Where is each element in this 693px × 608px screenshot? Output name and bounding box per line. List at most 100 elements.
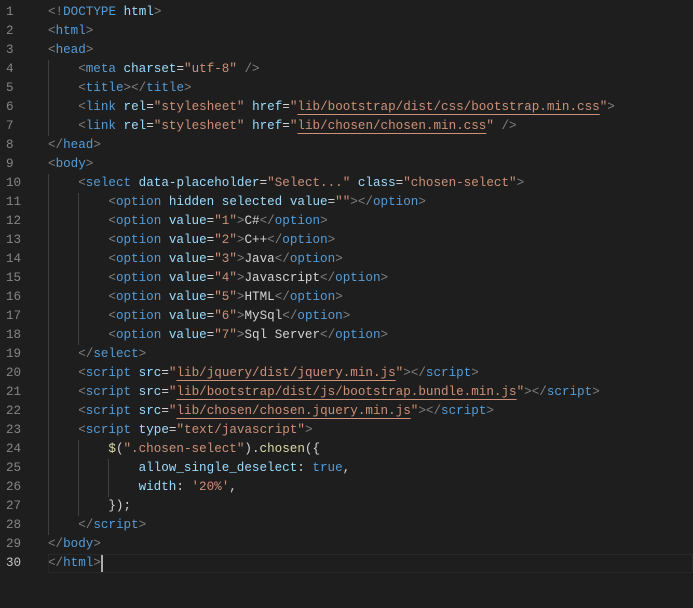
indent-guide [48,117,78,136]
line-content[interactable]: < link rel = "stylesheet" href = " lib/chosen/… [48,117,693,136]
line-content[interactable]: width: '20%', [48,478,693,497]
line-number: 27 [6,499,22,513]
punctuation-token: > [418,195,426,209]
string-token: "7" [214,328,237,342]
attribute-name-token: value [168,309,207,323]
line-content[interactable]: < option value = "6" > MySql </option > [48,307,693,326]
punctuation-token: < [108,290,116,304]
string-token: ".chosen-select" [123,442,245,456]
indent-guide [78,288,108,307]
indent-guide [78,269,108,288]
code-line[interactable]: 15 < option value = "4" > Javascript </option > [0,269,693,288]
code-line[interactable]: 1 <! DOCTYPE html > [0,3,693,22]
line-content[interactable]: < body > [48,155,693,174]
code-line[interactable]: 19 </select > [0,345,693,364]
line-content[interactable]: < head > [48,41,693,60]
string-token: '20%' [191,480,230,494]
code-line[interactable]: 2 < html > [0,22,693,41]
code-line[interactable]: 5 < title ></title > [0,79,693,98]
indent-guide [78,478,108,497]
code-line[interactable]: 12 < option value = "1" > C# </option > [0,212,693,231]
line-content[interactable]: </script > [48,516,693,535]
line-content[interactable]: < option value = "7" > Sql Server </option > [48,326,693,345]
code-line[interactable]: 10 < select data-placeholder = "Select..." c… [0,174,693,193]
code-line[interactable]: 8 </head > [0,136,693,155]
line-content[interactable]: < meta charset = "utf-8" /> [48,60,693,79]
code-line[interactable]: 30 </html > [0,554,693,573]
line-content[interactable]: < title ></title > [48,79,693,98]
code-line[interactable]: 27}); [0,497,693,516]
code-line[interactable]: 24 $(".chosen-select"). chosen({ [0,440,693,459]
line-content[interactable]: < option value = "1" > C# </option > [48,212,693,231]
code-line[interactable]: 14 < option value = "3" > Java </option > [0,250,693,269]
punctuation-token: < [78,404,86,418]
code-line[interactable]: 23 < script type = "text/javascript" > [0,421,693,440]
code-line[interactable]: 18 < option value = "7" > Sql Server </option > [0,326,693,345]
tag-name-token: option [115,214,162,228]
link-string-token[interactable]: lib/chosen/chosen.jquery.min.js [176,402,410,421]
code-line[interactable]: 11 < option hidden selected value = "" ></opt… [0,193,693,212]
text-token: = [327,195,336,209]
code-line[interactable]: 20 < script src = " lib/jquery/dist/jquery.mi… [0,364,693,383]
line-content[interactable]: < option value = "2" > C++ </option > [48,231,693,250]
line-content[interactable]: </select > [48,345,693,364]
punctuation-token: > [85,43,94,57]
line-content[interactable]: < script type = "text/javascript" > [48,421,693,440]
text-token: : [297,461,313,475]
line-content[interactable]: </head > [48,136,693,155]
function-name-token: $ [108,442,116,456]
link-string-token[interactable]: lib/jquery/dist/jquery.min.js [176,364,395,383]
line-content[interactable]: < option value = "3" > Java </option > [48,250,693,269]
line-content[interactable]: < script src = " lib/bootstrap/dist/js/boots… [48,383,693,402]
code-line[interactable]: 4 < meta charset = "utf-8" /> [0,60,693,79]
line-content[interactable]: </html > [48,554,693,573]
line-content[interactable]: < select data-placeholder = "Select..." cla… [48,174,693,193]
line-number: 3 [6,43,14,57]
line-content[interactable]: }); [48,497,693,516]
punctuation-token: < [108,309,116,323]
line-content[interactable]: < option value = "5" > HTML </option > [48,288,693,307]
punctuation-token: </ [259,214,275,228]
line-content[interactable]: </body > [48,535,693,554]
line-content[interactable]: allow_single_deselect: true, [48,459,693,478]
code-line[interactable]: 3 < head > [0,41,693,60]
code-line[interactable]: 25 allow_single_deselect: true, [0,459,693,478]
line-number: 12 [6,214,22,228]
indent-guide [48,193,78,212]
code-line[interactable]: 16 < option value = "5" > HTML </option > [0,288,693,307]
code-line[interactable]: 22 < script src = " lib/chosen/chosen.jquery.… [0,402,693,421]
code-line[interactable]: 9 < body > [0,155,693,174]
line-content[interactable]: < html > [48,22,693,41]
attribute-name-token: src [138,404,162,418]
code-line[interactable]: 29 </body > [0,535,693,554]
line-content[interactable]: < option hidden selected value = "" ></optio… [48,193,693,212]
line-content[interactable]: < script src = " lib/chosen/chosen.jquery.mi… [48,402,693,421]
code-line[interactable]: 26 width: '20%', [0,478,693,497]
line-content[interactable]: <! DOCTYPE html > [48,3,693,22]
text-token: C++ [244,233,268,247]
code-line[interactable]: 7 < link rel = "stylesheet" href = " lib/chosen… [0,117,693,136]
line-number: 13 [6,233,22,247]
line-content[interactable]: < link rel = "stylesheet" href = " lib/bootstr… [48,98,693,117]
tag-name-token: option [289,290,336,304]
code-line[interactable]: 6 < link rel = "stylesheet" href = " lib/bootst… [0,98,693,117]
code-line[interactable]: 17 < option value = "6" > MySql </option > [0,307,693,326]
code-line[interactable]: 13 < option value = "2" > C++ </option > [0,231,693,250]
line-content[interactable]: < script src = " lib/jquery/dist/jquery.min.… [48,364,693,383]
code-editor[interactable]: 1 <! DOCTYPE html >2 < html > 3 < head >4 < meta cha… [0,0,693,573]
punctuation-token: < [108,271,116,285]
link-string-token[interactable]: lib/bootstrap/dist/css/bootstrap.min.css [297,98,599,117]
line-content[interactable]: $(".chosen-select"). chosen({ [48,440,693,459]
indent-guide [48,307,78,326]
code-line[interactable]: 21 < script src = " lib/bootstrap/dist/js/boo… [0,383,693,402]
line-number: 28 [6,518,22,532]
text-token: = [282,100,290,114]
punctuation-token: > [184,81,192,95]
link-string-token[interactable]: lib/chosen/chosen.min.css [297,117,486,136]
link-string-token[interactable]: lib/bootstrap/dist/js/bootstrap.bundle.m… [176,383,516,402]
punctuation-token: </ [48,537,64,551]
punctuation-token: ></ [123,81,147,95]
code-line[interactable]: 28 </script > [0,516,693,535]
line-content[interactable]: < option value = "4" > Javascript </option > [48,269,693,288]
text-token: = [206,233,215,247]
